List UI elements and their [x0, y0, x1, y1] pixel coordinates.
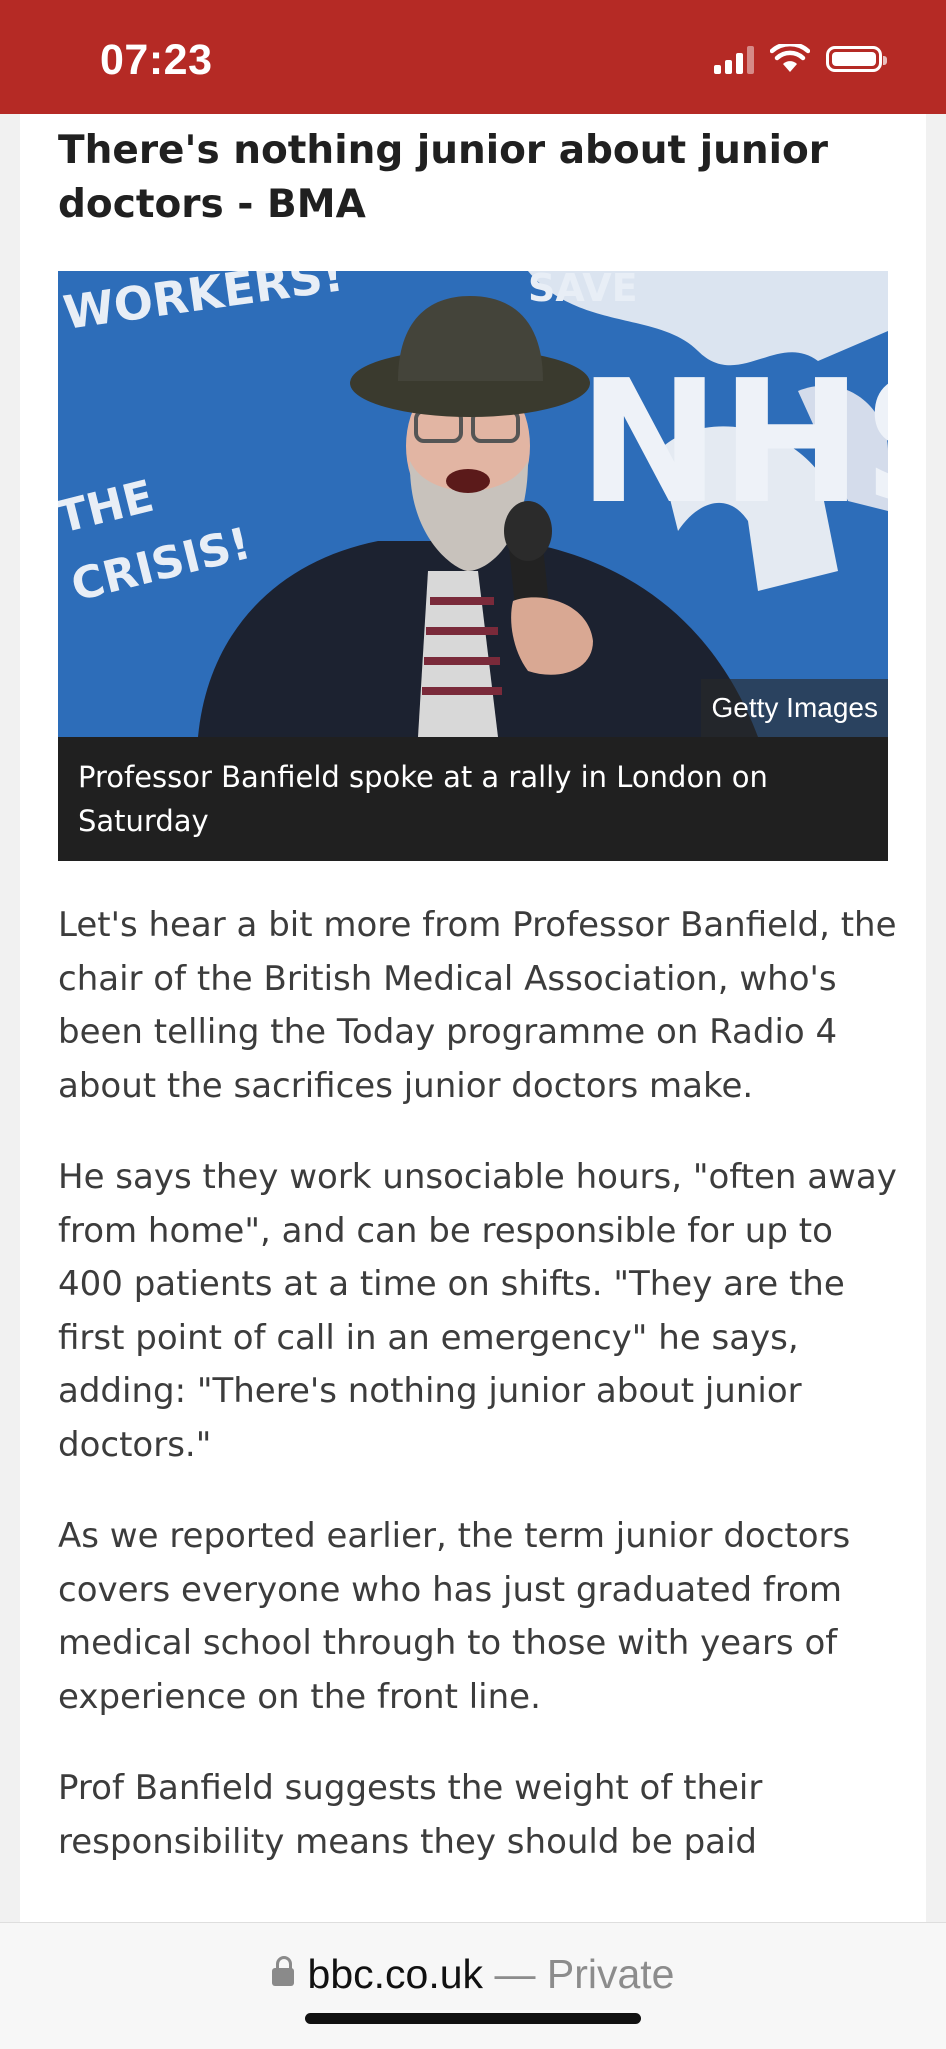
article-photo[interactable]: WORKERS! THE CRISIS! SAVE NHS Getty Imag…	[58, 271, 888, 737]
home-indicator[interactable]	[305, 2013, 641, 2024]
status-bar: 07:23	[0, 0, 946, 114]
photo-illustration: WORKERS! THE CRISIS! SAVE NHS	[58, 271, 888, 737]
article-headline: There's nothing junior about junior doct…	[58, 128, 829, 227]
url-domain: bbc.co.uk	[307, 1951, 484, 1997]
article-paragraph: Let's hear a bit more from Professor Ban…	[58, 905, 897, 1106]
cellular-signal-icon	[714, 44, 754, 74]
photo-caption: Professor Banfield spoke at a rally in L…	[58, 737, 888, 861]
url-display[interactable]: bbc.co.uk — Private	[0, 1951, 946, 1998]
banner-text-nhs: NHS	[578, 344, 888, 542]
article-paragraph: As we reported earlier, the term junior …	[58, 1516, 851, 1717]
photo-credit: Getty Images	[701, 679, 888, 737]
lock-icon	[271, 1956, 294, 1986]
browser-address-bar[interactable]: bbc.co.uk — Private	[0, 1922, 946, 2049]
article-body: Let's hear a bit more from Professor Ban…	[58, 899, 908, 1907]
status-time: 07:23	[100, 36, 213, 84]
wifi-icon	[770, 44, 810, 72]
url-separator: —	[494, 1951, 536, 1997]
private-mode-label: Private	[546, 1951, 675, 1997]
article-paragraph: He says they work unsociable hours, "oft…	[58, 1157, 897, 1465]
battery-icon	[826, 46, 887, 72]
status-icons	[714, 44, 887, 74]
banner-text-save: SAVE	[528, 271, 638, 310]
article-paragraph: Prof Banfield suggests the weight of the…	[58, 1768, 763, 1862]
article-content[interactable]: There's nothing junior about junior doct…	[20, 114, 926, 1922]
